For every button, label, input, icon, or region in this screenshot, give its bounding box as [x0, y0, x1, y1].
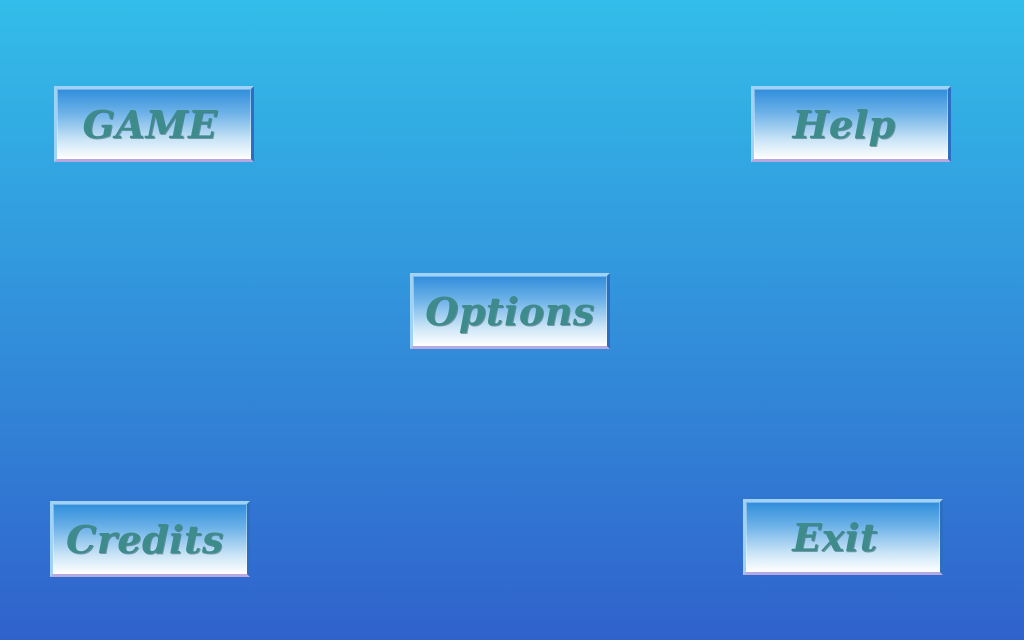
game-button-label: GAME	[82, 101, 218, 147]
main-menu-screen: GAME Help Options Credits Exit	[0, 0, 1024, 640]
options-button-label: Options	[425, 288, 595, 334]
exit-button[interactable]: Exit	[743, 499, 943, 575]
credits-button-label: Credits	[66, 516, 224, 562]
options-button[interactable]: Options	[410, 273, 610, 349]
help-button-label: Help	[792, 101, 896, 147]
credits-button[interactable]: Credits	[50, 501, 250, 577]
game-button[interactable]: GAME	[54, 86, 254, 162]
help-button[interactable]: Help	[751, 86, 951, 162]
exit-button-label: Exit	[792, 514, 878, 560]
